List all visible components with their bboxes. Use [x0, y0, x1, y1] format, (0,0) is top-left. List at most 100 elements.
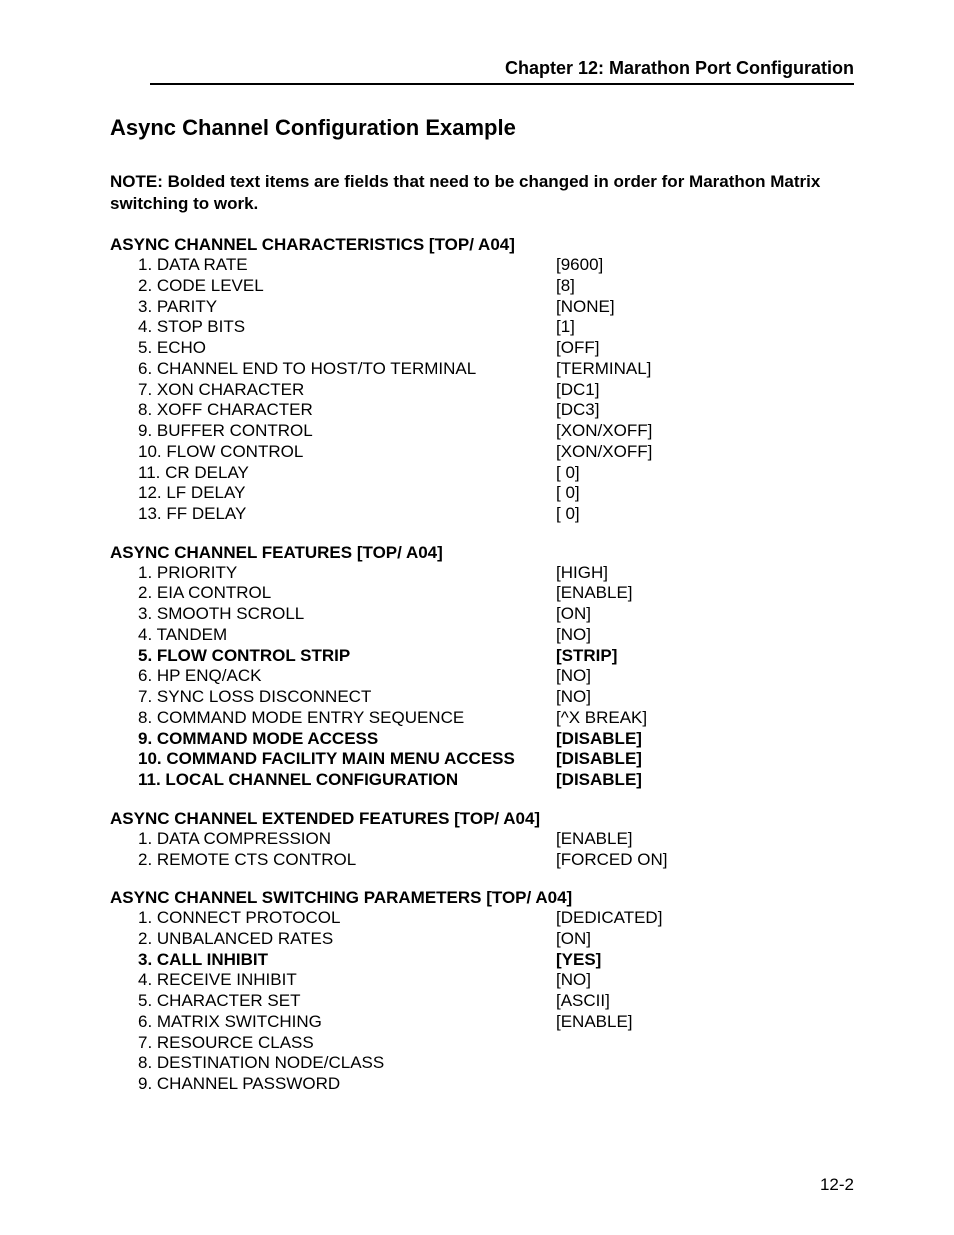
- config-value: [ASCII]: [556, 991, 610, 1012]
- config-label: 5. ECHO: [138, 338, 556, 359]
- config-value: [ 0]: [556, 463, 580, 484]
- config-value: [XON/XOFF]: [556, 421, 652, 442]
- config-label: 3. SMOOTH SCROLL: [138, 604, 556, 625]
- config-value: [DC1]: [556, 380, 599, 401]
- config-label: 9. BUFFER CONTROL: [138, 421, 556, 442]
- config-row: 3. CALL INHIBIT[YES]: [138, 950, 854, 971]
- config-value: [ENABLE]: [556, 1012, 633, 1033]
- config-row: 2. CODE LEVEL[8]: [138, 276, 854, 297]
- config-label: 8. DESTINATION NODE/CLASS: [138, 1053, 556, 1074]
- page-number: 12-2: [110, 1175, 854, 1195]
- config-row: 4. TANDEM[NO]: [138, 625, 854, 646]
- config-value: [DC3]: [556, 400, 599, 421]
- config-row: 8. DESTINATION NODE/CLASS: [138, 1053, 854, 1074]
- config-label: 11. CR DELAY: [138, 463, 556, 484]
- config-value: [XON/XOFF]: [556, 442, 652, 463]
- config-label: 1. DATA COMPRESSION: [138, 829, 556, 850]
- config-value: [DISABLE]: [556, 729, 642, 750]
- config-row: 1. PRIORITY[HIGH]: [138, 563, 854, 584]
- config-value: [9600]: [556, 255, 603, 276]
- config-row: 2. REMOTE CTS CONTROL[FORCED ON]: [138, 850, 854, 871]
- config-label: 1. CONNECT PROTOCOL: [138, 908, 556, 929]
- config-row: 2. EIA CONTROL[ENABLE]: [138, 583, 854, 604]
- config-label: 2. EIA CONTROL: [138, 583, 556, 604]
- config-label: 12. LF DELAY: [138, 483, 556, 504]
- config-value: [DISABLE]: [556, 749, 642, 770]
- config-label: 4. TANDEM: [138, 625, 556, 646]
- config-value: [NO]: [556, 687, 591, 708]
- config-value: [STRIP]: [556, 646, 617, 667]
- config-label: 2. REMOTE CTS CONTROL: [138, 850, 556, 871]
- config-row: 1. DATA RATE[9600]: [138, 255, 854, 276]
- config-row: 5. CHARACTER SET[ASCII]: [138, 991, 854, 1012]
- config-value: [ENABLE]: [556, 583, 633, 604]
- sections-container: ASYNC CHANNEL CHARACTERISTICS [TOP/ A04]…: [110, 235, 854, 1095]
- config-row: 5. FLOW CONTROL STRIP[STRIP]: [138, 646, 854, 667]
- config-label: 5. CHARACTER SET: [138, 991, 556, 1012]
- config-row: 5. ECHO[OFF]: [138, 338, 854, 359]
- config-label: 4. STOP BITS: [138, 317, 556, 338]
- chapter-header: Chapter 12: Marathon Port Configuration: [110, 58, 854, 79]
- config-label: 10. FLOW CONTROL: [138, 442, 556, 463]
- config-row: 8. XOFF CHARACTER[DC3]: [138, 400, 854, 421]
- config-row: 7. SYNC LOSS DISCONNECT[NO]: [138, 687, 854, 708]
- config-value: [ON]: [556, 929, 591, 950]
- config-row: 11. LOCAL CHANNEL CONFIGURATION[DISABLE]: [138, 770, 854, 791]
- config-row: 1. DATA COMPRESSION[ENABLE]: [138, 829, 854, 850]
- config-row: 12. LF DELAY[ 0]: [138, 483, 854, 504]
- config-label: 3. PARITY: [138, 297, 556, 318]
- config-row: 7. RESOURCE CLASS: [138, 1033, 854, 1054]
- config-value: [YES]: [556, 950, 601, 971]
- config-row: 4. RECEIVE INHIBIT[NO]: [138, 970, 854, 991]
- config-value: [NO]: [556, 970, 591, 991]
- note-text: NOTE: Bolded text items are fields that …: [110, 171, 854, 215]
- config-label: 7. RESOURCE CLASS: [138, 1033, 556, 1054]
- config-value: [HIGH]: [556, 563, 608, 584]
- config-value: [^X BREAK]: [556, 708, 647, 729]
- config-row: 13. FF DELAY[ 0]: [138, 504, 854, 525]
- config-row: 9. BUFFER CONTROL[XON/XOFF]: [138, 421, 854, 442]
- config-row: 9. CHANNEL PASSWORD: [138, 1074, 854, 1095]
- config-row: 8. COMMAND MODE ENTRY SEQUENCE[^X BREAK]: [138, 708, 854, 729]
- config-label: 4. RECEIVE INHIBIT: [138, 970, 556, 991]
- config-label: 6. HP ENQ/ACK: [138, 666, 556, 687]
- config-value: [TERMINAL]: [556, 359, 651, 380]
- config-row: 6. MATRIX SWITCHING[ENABLE]: [138, 1012, 854, 1033]
- config-label: 8. XOFF CHARACTER: [138, 400, 556, 421]
- config-label: 10. COMMAND FACILITY MAIN MENU ACCESS: [138, 749, 556, 770]
- config-value: [DISABLE]: [556, 770, 642, 791]
- config-label: 9. CHANNEL PASSWORD: [138, 1074, 556, 1095]
- config-row: 6. HP ENQ/ACK[NO]: [138, 666, 854, 687]
- config-label: 8. COMMAND MODE ENTRY SEQUENCE: [138, 708, 556, 729]
- header-rule: [150, 83, 854, 85]
- config-label: 5. FLOW CONTROL STRIP: [138, 646, 556, 667]
- config-label: 13. FF DELAY: [138, 504, 556, 525]
- page-title: Async Channel Configuration Example: [110, 115, 854, 141]
- config-value: [NO]: [556, 666, 591, 687]
- config-label: 2. UNBALANCED RATES: [138, 929, 556, 950]
- config-value: [OFF]: [556, 338, 599, 359]
- document-page: Chapter 12: Marathon Port Configuration …: [0, 0, 954, 1235]
- config-value: [ENABLE]: [556, 829, 633, 850]
- config-row: 2. UNBALANCED RATES[ON]: [138, 929, 854, 950]
- section-heading: ASYNC CHANNEL EXTENDED FEATURES [TOP/ A0…: [110, 809, 854, 829]
- config-label: 3. CALL INHIBIT: [138, 950, 556, 971]
- config-row: 9. COMMAND MODE ACCESS[DISABLE]: [138, 729, 854, 750]
- config-value: [1]: [556, 317, 575, 338]
- config-label: 9. COMMAND MODE ACCESS: [138, 729, 556, 750]
- config-value: [NONE]: [556, 297, 615, 318]
- config-row: 7. XON CHARACTER[DC1]: [138, 380, 854, 401]
- config-row: 10. FLOW CONTROL[XON/XOFF]: [138, 442, 854, 463]
- config-label: 6. MATRIX SWITCHING: [138, 1012, 556, 1033]
- config-label: 7. XON CHARACTER: [138, 380, 556, 401]
- config-value: [NO]: [556, 625, 591, 646]
- config-value: [ON]: [556, 604, 591, 625]
- section-heading: ASYNC CHANNEL CHARACTERISTICS [TOP/ A04]: [110, 235, 854, 255]
- config-row: 3. PARITY[NONE]: [138, 297, 854, 318]
- config-row: 4. STOP BITS[1]: [138, 317, 854, 338]
- config-row: 3. SMOOTH SCROLL[ON]: [138, 604, 854, 625]
- config-label: 2. CODE LEVEL: [138, 276, 556, 297]
- config-label: 6. CHANNEL END TO HOST/TO TERMINAL: [138, 359, 556, 380]
- config-value: [8]: [556, 276, 575, 297]
- config-row: 11. CR DELAY[ 0]: [138, 463, 854, 484]
